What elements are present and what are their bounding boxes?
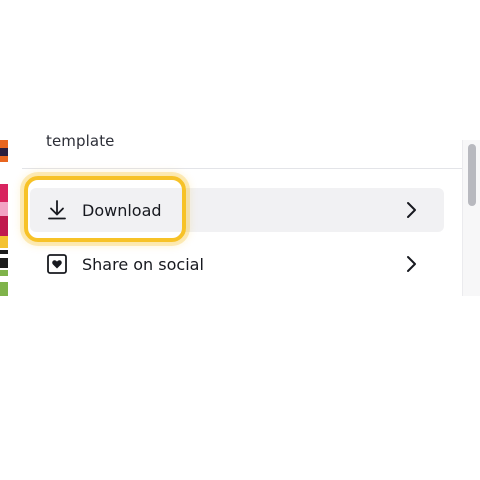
menu-scrollbar[interactable] <box>462 140 480 296</box>
menu-scrollbar-thumb[interactable] <box>468 144 476 206</box>
chevron-right-icon <box>404 201 418 219</box>
download-icon <box>46 199 68 221</box>
previous-menu-item-label[interactable]: template <box>46 132 115 150</box>
design-thumbnail-strip[interactable] <box>0 140 8 296</box>
menu-divider <box>22 168 472 169</box>
share-on-social-menu-item[interactable]: Share on social <box>30 242 444 286</box>
heart-icon <box>46 253 68 275</box>
chevron-right-icon <box>404 255 418 273</box>
screenshot-stage: template Download Share on social <box>0 0 480 480</box>
share-on-social-menu-item-label: Share on social <box>82 254 204 274</box>
share-menu-panel: template Download Share on social <box>12 118 480 296</box>
download-menu-item[interactable]: Download <box>30 188 444 232</box>
download-menu-item-label: Download <box>82 200 162 220</box>
